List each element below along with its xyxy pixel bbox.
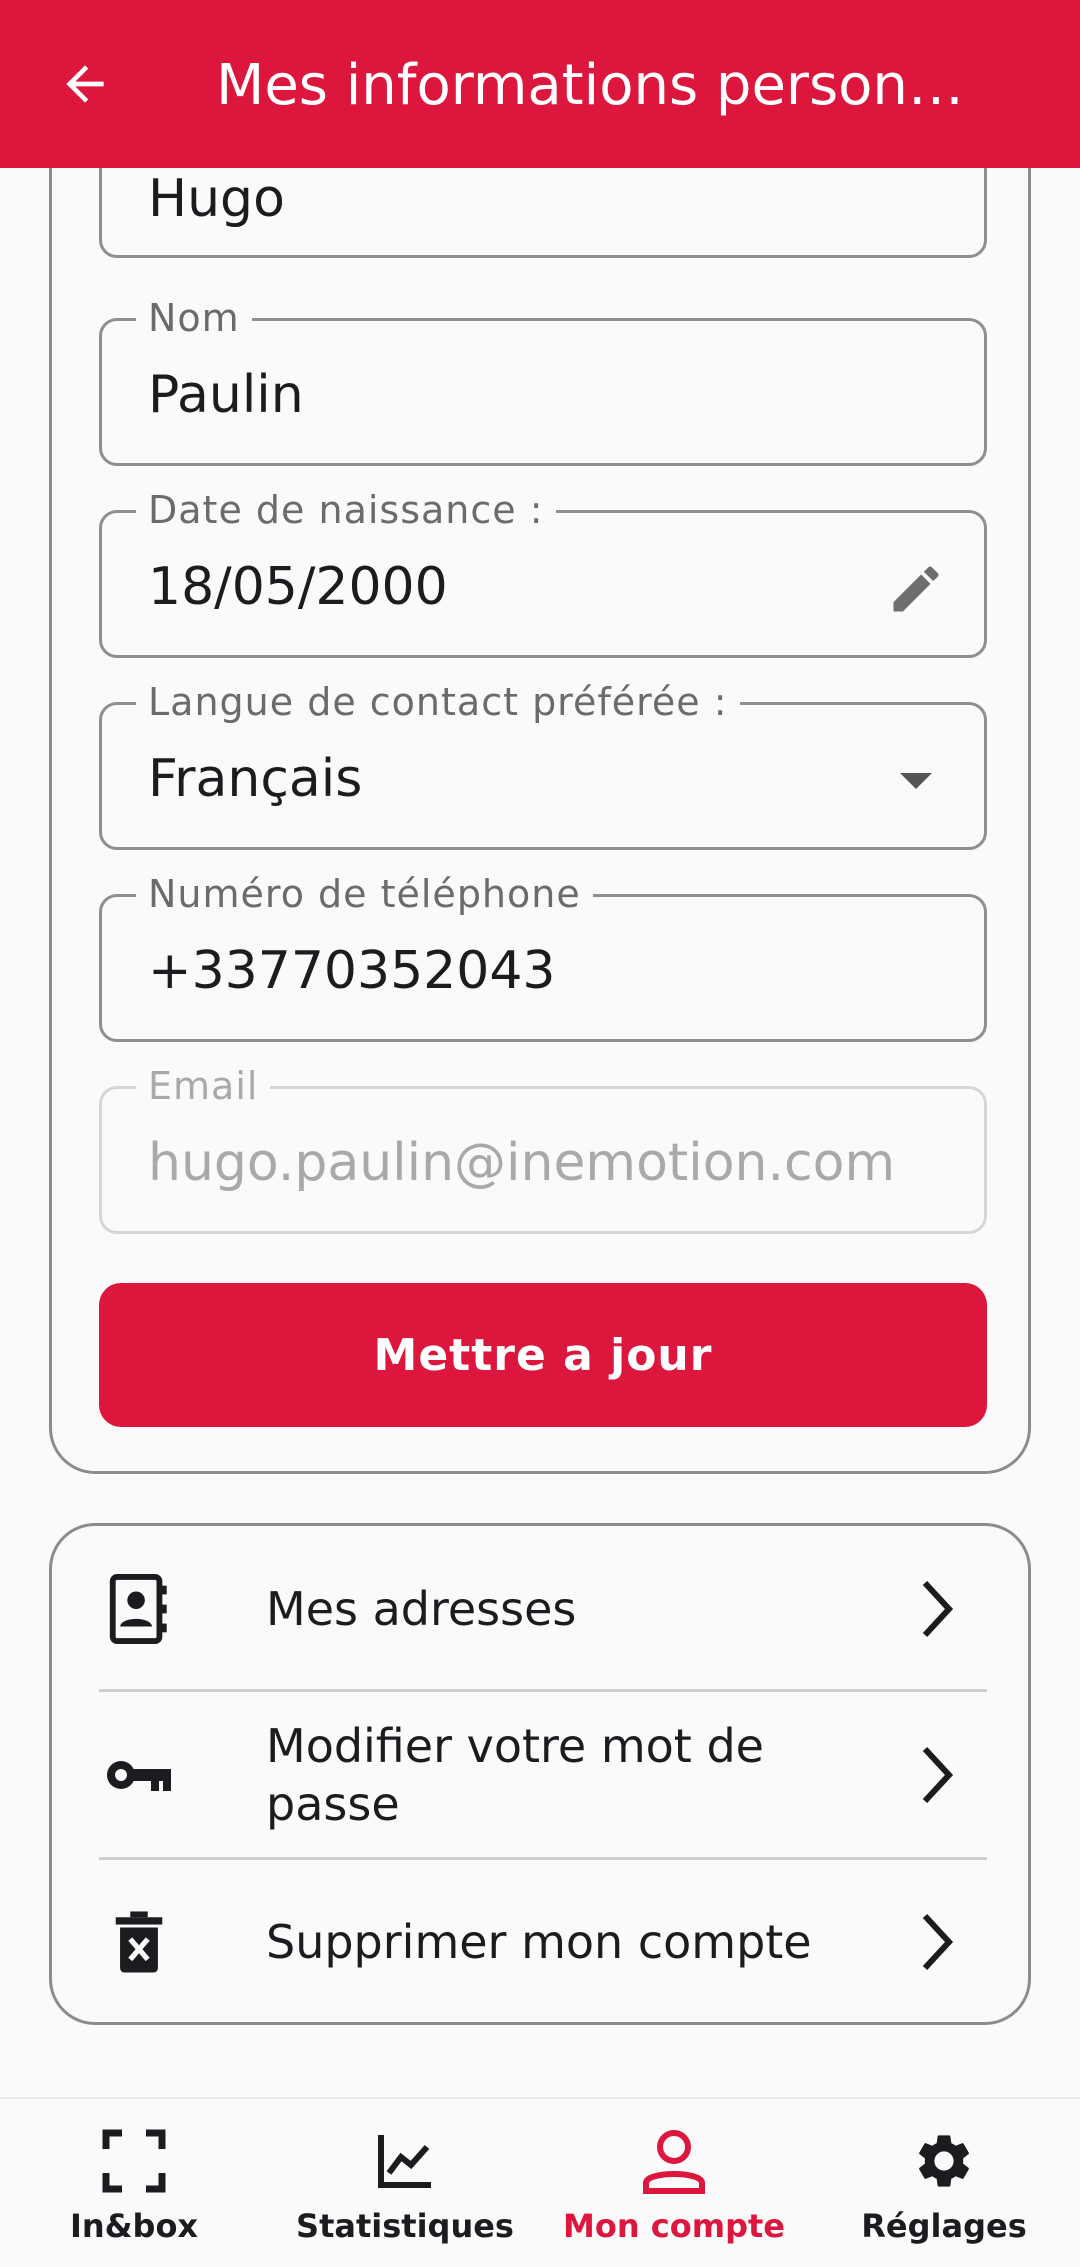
back-arrow-icon[interactable] xyxy=(40,44,130,124)
last-name-label: Nom xyxy=(136,295,252,341)
email-value: hugo.paulin@inemotion.com xyxy=(148,1133,896,1193)
key-icon xyxy=(99,1735,179,1815)
last-name-field[interactable]: Nom Paulin xyxy=(99,295,987,466)
menu-item-addresses[interactable]: Mes adresses xyxy=(99,1526,987,1692)
last-name-value: Paulin xyxy=(148,365,304,425)
nav-item-statistics[interactable]: Statistiques xyxy=(280,2123,530,2253)
nav-label: Réglages xyxy=(861,2207,1027,2245)
nav-label: Mon compte xyxy=(563,2207,785,2245)
chart-icon xyxy=(367,2123,443,2199)
birth-date-value: 18/05/2000 xyxy=(148,557,448,617)
gear-icon xyxy=(906,2123,982,2199)
menu-item-label: Modifier votre mot de passe xyxy=(266,1719,764,1831)
menu-item-label: Mes adresses xyxy=(266,1582,577,1636)
first-name-value: Hugo xyxy=(148,169,285,229)
chevron-right-icon xyxy=(907,1569,967,1649)
bottom-navigation: In&box Statistiques Mon compte Réglages xyxy=(0,2097,1080,2267)
update-button[interactable]: Mettre a jour xyxy=(99,1283,987,1427)
language-value: Français xyxy=(148,749,363,809)
email-label: Email xyxy=(136,1063,271,1109)
personal-info-card: Hugo Nom Paulin Date de naissance : 18/0… xyxy=(49,60,1031,1474)
nav-item-settings[interactable]: Réglages xyxy=(819,2123,1069,2253)
chevron-right-icon xyxy=(907,1902,967,1982)
nav-item-account[interactable]: Mon compte xyxy=(549,2123,799,2253)
page-title: Mes informations person… xyxy=(216,53,964,118)
edit-pencil-icon[interactable] xyxy=(884,557,948,621)
person-icon xyxy=(636,2123,712,2199)
phone-value: +33770352043 xyxy=(148,941,556,1001)
nav-item-inbox[interactable]: In&box xyxy=(9,2123,259,2253)
dropdown-arrow-icon[interactable] xyxy=(884,749,948,813)
phone-label: Numéro de téléphone xyxy=(136,871,593,917)
birth-date-field[interactable]: Date de naissance : 18/05/2000 xyxy=(99,487,987,658)
chevron-right-icon xyxy=(907,1735,967,1815)
account-menu-card: Mes adresses Modifier votre mot de passe xyxy=(49,1523,1031,2025)
birth-date-label: Date de naissance : xyxy=(136,487,556,533)
menu-item-delete-account[interactable]: Supprimer mon compte xyxy=(99,1859,987,2025)
phone-field[interactable]: Numéro de téléphone +33770352043 xyxy=(99,871,987,1042)
email-field: Email hugo.paulin@inemotion.com xyxy=(99,1063,987,1234)
scan-frame-icon xyxy=(96,2123,172,2199)
nav-label: Statistiques xyxy=(296,2207,514,2245)
menu-item-change-password[interactable]: Modifier votre mot de passe xyxy=(99,1692,987,1858)
contacts-icon xyxy=(99,1569,179,1649)
nav-label: In&box xyxy=(69,2207,199,2245)
language-select[interactable]: Langue de contact préférée : Français xyxy=(99,679,987,850)
delete-icon xyxy=(99,1902,179,1982)
app-bar: Mes informations person… xyxy=(0,0,1080,168)
menu-item-label: Supprimer mon compte xyxy=(266,1915,812,1969)
language-label: Langue de contact préférée : xyxy=(136,679,740,725)
